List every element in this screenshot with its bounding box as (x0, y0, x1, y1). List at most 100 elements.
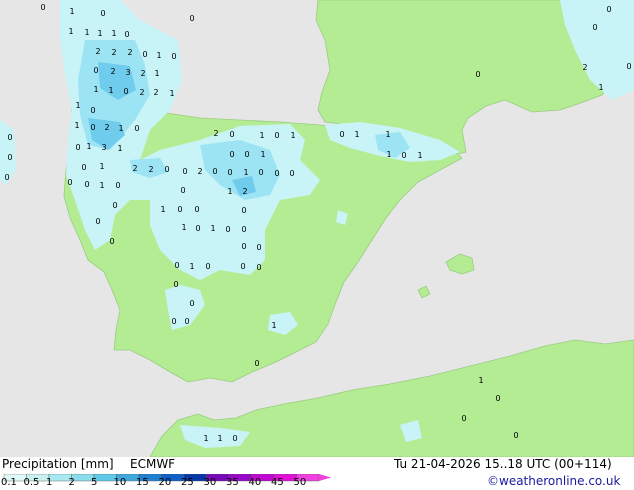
precip-value-label: 0 (75, 143, 80, 152)
legend-tick-label: 0.1 (1, 477, 17, 488)
precip-value-label: 1 (354, 130, 359, 139)
precip-value-label: 1 (84, 28, 89, 37)
precip-value-label: 1 (260, 150, 265, 159)
precip-value-label: 1 (108, 86, 113, 95)
precip-value-label: 0 (164, 165, 169, 174)
precip-value-label: 1 (118, 124, 123, 133)
precip-value-label: 0 (256, 243, 261, 252)
precip-value-label: 2 (139, 88, 144, 97)
precip-value-label: 0 (626, 62, 631, 71)
precip-value-label: 1 (385, 130, 390, 139)
precip-value-label: 0 (232, 434, 237, 443)
precip-value-label: 0 (274, 169, 279, 178)
precip-value-label: 0 (212, 167, 217, 176)
legend-tick-label: 0.5 (23, 477, 40, 488)
precip-value-label: 0 (274, 131, 279, 140)
precip-value-label: 1 (290, 131, 295, 140)
precip-value-label: 0 (84, 180, 89, 189)
precip-value-label: 0 (205, 262, 210, 271)
precip-value-label: 0 (40, 3, 45, 12)
precip-value-label: 0 (93, 66, 98, 75)
precip-value-label: 3 (125, 68, 130, 77)
precip-value-label: 1 (93, 85, 98, 94)
precip-value-label: 0 (475, 70, 480, 79)
legend-tick-label: 50 (293, 477, 307, 488)
precip-value-label: 2 (153, 88, 158, 97)
precip-value-label: 1 (154, 69, 159, 78)
valid-time: Tu 21-04-2026 15..18 UTC (00+114) (394, 457, 612, 471)
precip-value-label: 0 (244, 150, 249, 159)
precip-value-label: 0 (495, 394, 500, 403)
legend-tick-label: 25 (181, 477, 194, 488)
legend-model: ECMWF (130, 457, 176, 471)
precip-value-label: 0 (67, 178, 72, 187)
precip-value-label: 0 (339, 130, 344, 139)
precip-value-label: 1 (203, 434, 208, 443)
precip-value-label: 0 (142, 50, 147, 59)
precip-value-label: 2 (95, 47, 100, 56)
precip-value-label: 0 (109, 237, 114, 246)
precip-value-label: 0 (241, 206, 246, 215)
legend-tick-label: 10 (113, 477, 127, 488)
precip-value-label: 0 (229, 130, 234, 139)
precip-value-label: 0 (123, 87, 128, 96)
precip-value-label: 1 (69, 7, 74, 16)
precip-value-label: 0 (189, 299, 194, 308)
precip-value-label: 0 (171, 317, 176, 326)
precip-value-label: 1 (478, 376, 483, 385)
precip-value-label: 1 (160, 205, 165, 214)
precip-value-label: 0 (115, 181, 120, 190)
precip-value-label: 2 (140, 69, 145, 78)
precip-value-label: 1 (86, 142, 91, 151)
precip-value-label: 0 (189, 14, 194, 23)
legend-ticks: 0.1 0.5 1 2 5 10 15 20 25 30 35 40 45 50 (0, 477, 340, 490)
precip-value-label: 1 (598, 83, 603, 92)
precip-value-label: 0 (173, 280, 178, 289)
precip-value-label: 0 (241, 242, 246, 251)
precip-value-label: 3 (101, 143, 106, 152)
precip-value-label: 0 (95, 217, 100, 226)
precip-value-label: 0 (606, 5, 611, 14)
precip-value-label: 0 (401, 151, 406, 160)
precip-value-label: 0 (194, 205, 199, 214)
precip-value-label: 0 (124, 30, 129, 39)
precip-value-label: 1 (227, 187, 232, 196)
precip-value-label: 0 (513, 431, 518, 440)
credit-link[interactable]: ©weatheronline.co.uk (487, 474, 620, 488)
legend-title: Precipitation [mm] (2, 457, 114, 471)
precip-value-label: 0 (134, 124, 139, 133)
precip-value-label: 1 (75, 101, 80, 110)
legend-tick-label: 20 (158, 477, 172, 488)
precip-value-label: 0 (100, 9, 105, 18)
precip-value-label: 0 (81, 163, 86, 172)
precip-value-label: 0 (180, 186, 185, 195)
precip-value-label: 1 (68, 27, 73, 36)
precip-value-label: 1 (111, 29, 116, 38)
precip-value-label: 0 (177, 205, 182, 214)
precip-value-label: 0 (184, 317, 189, 326)
precip-value-label: 1 (386, 150, 391, 159)
precip-value-label: 0 (240, 262, 245, 271)
precip-value-label: 0 (90, 123, 95, 132)
precip-value-label: 1 (74, 121, 79, 130)
legend-tick-label: 35 (226, 477, 239, 488)
precip-value-label: 1 (99, 181, 104, 190)
precip-value-label: 1 (169, 89, 174, 98)
legend-tick-label: 30 (203, 477, 217, 488)
precip-value-label: 0 (592, 23, 597, 32)
precip-value-label: 0 (90, 106, 95, 115)
precip-value-label: 1 (210, 224, 215, 233)
precip-value-label: 1 (97, 29, 102, 38)
precip-value-label: 1 (217, 434, 222, 443)
precip-value-label: 2 (104, 123, 109, 132)
precip-value-label: 0 (256, 263, 261, 272)
precip-value-label: 0 (225, 225, 230, 234)
precip-value-label: 2 (110, 67, 115, 76)
precip-value-label: 2 (132, 164, 137, 173)
precip-value-label: 2 (582, 63, 587, 72)
precip-value-label: 0 (182, 167, 187, 176)
precip-value-label: 0 (112, 201, 117, 210)
legend-tick-label: 2 (68, 477, 75, 488)
precip-value-label: 2 (242, 187, 247, 196)
precip-value-label: 0 (241, 225, 246, 234)
